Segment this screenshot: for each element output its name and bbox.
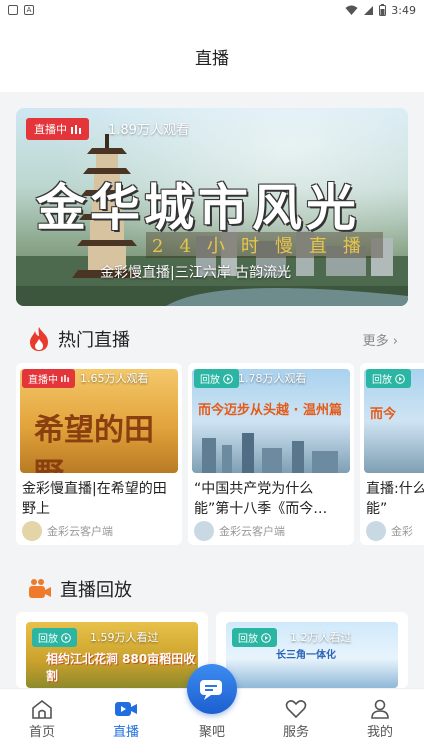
live-bars-icon — [61, 375, 69, 382]
hot-live-title: 热门直播 — [58, 330, 130, 351]
card-source: 金彩云客户端 — [22, 521, 113, 541]
tag-label: 回放 — [200, 375, 220, 386]
community-fab-button[interactable] — [187, 664, 237, 714]
nav-live-label: 直播 — [112, 725, 139, 740]
replay-header: 直播回放 — [28, 576, 398, 602]
replay-title: 直播回放 — [60, 580, 132, 601]
heart-icon — [285, 700, 307, 719]
play-circle-icon — [61, 632, 71, 643]
battery-icon — [379, 4, 387, 16]
tag-label: 直播中 — [28, 375, 58, 386]
live-tag: 直播中 — [22, 369, 75, 388]
signal-icon — [364, 5, 374, 15]
nav-home[interactable]: 首页 — [12, 699, 72, 740]
nav-profile[interactable]: 我的 — [350, 699, 410, 740]
thumb-art-text: 而今迈步从头越 · 温州篇 — [198, 403, 342, 418]
replay-tag: 回放 — [194, 369, 239, 388]
chevron-right-icon: › — [392, 333, 398, 349]
more-link[interactable]: 更多 › — [363, 330, 398, 349]
source-name: 金彩云客户端 — [219, 525, 285, 538]
nav-live[interactable]: 直播 — [96, 699, 156, 740]
thumb-art-text: 长三角一体化 — [276, 650, 336, 661]
status-left-icons: A — [8, 5, 34, 15]
play-circle-icon — [261, 632, 271, 643]
hero-live-banner[interactable]: 直播中 1.89万人观看 金华城市风光 24小时慢直播 金彩慢直播|三江六岸 古… — [16, 108, 408, 306]
live-badge-label: 直播中 — [34, 123, 67, 136]
skyline-art — [202, 433, 338, 473]
status-right: 3:49 — [345, 4, 416, 17]
live-card[interactable]: 希望的田野 直播中 1.65万人观看 金彩慢直播|在希望的田野上 金彩云客户端 — [16, 363, 182, 545]
hero-viewer-count: 1.89万人观看 — [108, 123, 189, 138]
live-bars-icon — [71, 124, 81, 134]
viewer-count: 1.2万人看过 — [290, 631, 352, 644]
live-video-icon — [115, 702, 137, 716]
source-name: 金彩云客户端 — [47, 525, 113, 538]
card-title: “中国共产党为什么能”第十八季《而今… — [194, 481, 328, 517]
hot-live-carousel[interactable]: 希望的田野 直播中 1.65万人观看 金彩慢直播|在希望的田野上 金彩云客户端 … — [16, 363, 424, 545]
nav-community-label: 聚吧 — [198, 725, 225, 740]
card-title: 直播:什么能” — [366, 481, 424, 517]
viewer-count: 1.78万人观看 — [238, 372, 307, 385]
page-title: 直播 — [195, 48, 229, 69]
source-avatar — [366, 521, 386, 541]
nav-profile-label: 我的 — [366, 725, 393, 740]
live-badge: 直播中 — [26, 118, 89, 140]
notification-icon — [8, 5, 18, 15]
tag-label: 回放 — [238, 634, 258, 645]
card-source: 金彩云客户端 — [194, 521, 285, 541]
hot-live-header: 热门直播 更多 › — [28, 326, 398, 352]
clock: 3:49 — [391, 3, 416, 17]
play-circle-icon — [395, 373, 405, 384]
page-header: 直播 — [0, 20, 424, 92]
video-camera-icon — [29, 579, 51, 598]
hero-big-title: 金华城市风光 — [36, 178, 360, 237]
card-source: 金彩 — [366, 521, 413, 541]
thumb-art-text: 而今 — [370, 407, 397, 422]
app-notification-icon: A — [24, 5, 34, 15]
live-card[interactable]: 而今 回放 直播:什么能” 金彩 — [360, 363, 424, 545]
hero-caption: 金彩慢直播|三江六岸 古韵流光 — [100, 265, 292, 281]
nav-community[interactable]: 聚吧 — [182, 721, 242, 740]
more-label: 更多 — [362, 333, 389, 349]
nav-services-label: 服务 — [282, 725, 309, 740]
nav-home-label: 首页 — [28, 725, 55, 740]
chat-bubble-icon — [200, 680, 222, 700]
hero-sub-title: 24小时慢直播 — [146, 232, 383, 258]
status-bar: A 3:49 — [0, 0, 424, 20]
play-circle-icon — [223, 373, 233, 384]
tag-label: 回放 — [372, 375, 392, 386]
tag-label: 回放 — [38, 634, 58, 645]
thumb-art-text: 希望的田野 — [34, 413, 154, 473]
replay-tag: 回放 — [366, 369, 411, 388]
live-card[interactable]: 而今迈步从头越 · 温州篇 回放 1.78万人观看 “中国共产党为什么能”第十八… — [188, 363, 354, 545]
replay-card[interactable]: 长三角一体化 回放 1.2万人看过 — [216, 612, 408, 688]
viewer-count: 1.65万人观看 — [80, 372, 149, 385]
card-title: 金彩慢直播|在希望的田野上 — [22, 481, 167, 517]
wifi-icon — [345, 5, 358, 15]
replay-tag: 回放 — [232, 628, 277, 647]
replay-tag: 回放 — [32, 628, 77, 647]
thumb-art-text: 相约江北花涧 880亩稻田收割 — [46, 652, 196, 683]
source-avatar — [22, 521, 42, 541]
flame-icon — [30, 327, 48, 351]
replay-card[interactable]: 相约江北花涧 880亩稻田收割 回放 1.59万人看过 — [16, 612, 208, 688]
viewer-count: 1.59万人看过 — [90, 631, 159, 644]
user-icon — [371, 699, 389, 719]
nav-services[interactable]: 服务 — [266, 699, 326, 740]
source-avatar — [194, 521, 214, 541]
home-icon — [32, 699, 52, 719]
source-name: 金彩 — [391, 525, 413, 538]
